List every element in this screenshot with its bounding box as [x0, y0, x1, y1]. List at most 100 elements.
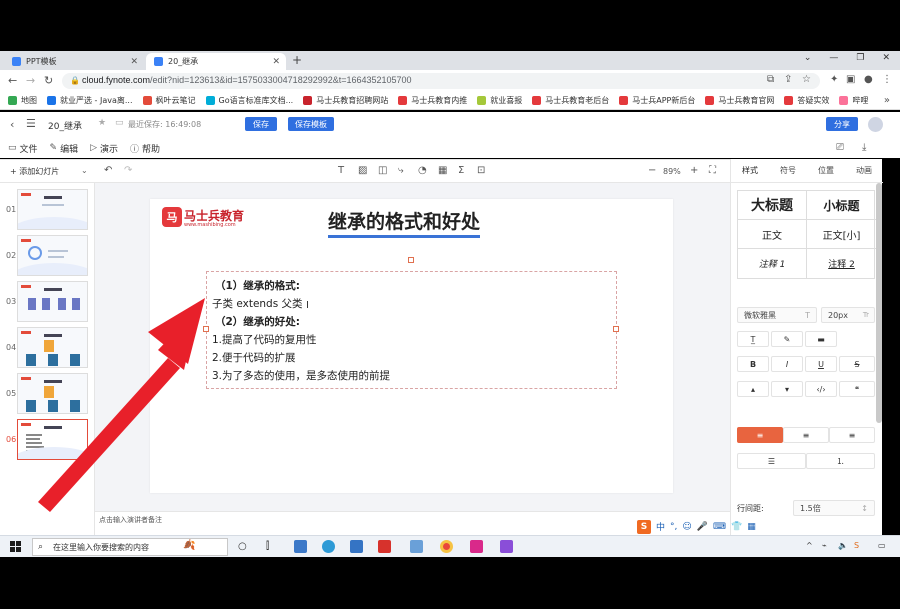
- bookmark-item[interactable]: Go语言标准库文档...: [205, 95, 293, 106]
- mic-icon[interactable]: 🎤: [697, 522, 708, 532]
- more-icon[interactable]: ⋮: [882, 74, 892, 85]
- bookmark-item[interactable]: 就业严选 - Java离...: [47, 95, 133, 106]
- ime-tray-icon[interactable]: S: [854, 541, 859, 550]
- underline-button[interactable]: U: [805, 356, 837, 372]
- ide-icon[interactable]: [470, 540, 483, 553]
- bold-button[interactable]: B: [737, 356, 769, 372]
- style-subheading[interactable]: 小标题: [807, 191, 876, 220]
- avatar[interactable]: [868, 117, 883, 132]
- emoji-icon[interactable]: ☺: [682, 522, 691, 532]
- bookmark-item[interactable]: 哔哩: [839, 95, 868, 106]
- chevron-up-icon[interactable]: ^: [806, 541, 813, 550]
- zoom-out-icon[interactable]: −: [648, 165, 656, 176]
- style-body-small[interactable]: 正文[小]: [807, 220, 876, 249]
- star-icon[interactable]: ☆: [802, 74, 811, 85]
- bookmark-item[interactable]: 马士兵教育官网: [705, 95, 774, 106]
- media-icon[interactable]: ⊡: [477, 165, 485, 176]
- tab-position[interactable]: 位置: [807, 159, 845, 182]
- undo-icon[interactable]: ↶: [104, 165, 112, 176]
- text-box[interactable]: （1）继承的格式: 子类 extends 父类 （2）继承的好处: 1.提高了代…: [203, 271, 619, 389]
- forward-arrow-icon[interactable]: →: [26, 74, 35, 87]
- chevron-down-icon[interactable]: ⌄: [804, 53, 812, 63]
- chevron-down-icon[interactable]: ⌄: [81, 166, 88, 175]
- numbered-list-button[interactable]: ⒈: [806, 453, 875, 469]
- doc-title[interactable]: 20_继承: [48, 119, 82, 132]
- style-note-1[interactable]: 注释 1: [738, 249, 807, 278]
- keyboard-icon[interactable]: ⌨: [713, 522, 726, 532]
- app-icon[interactable]: [378, 540, 391, 553]
- font-family-select[interactable]: 微软雅黑 T: [737, 307, 817, 323]
- volume-icon[interactable]: 🔈: [838, 541, 848, 550]
- tab-style[interactable]: 样式: [731, 159, 769, 182]
- connector-icon[interactable]: ⤷: [398, 165, 404, 176]
- minimize-icon[interactable]: —: [829, 53, 838, 63]
- save-button[interactable]: 保存: [245, 117, 277, 131]
- style-note-2[interactable]: 注释 2: [807, 249, 876, 278]
- browser-tab-inherit[interactable]: 20_继承 ✕: [146, 53, 286, 70]
- shape-icon[interactable]: ◫: [378, 165, 387, 176]
- bookmark-item[interactable]: 地图: [8, 95, 37, 106]
- table-icon[interactable]: ▦: [438, 165, 447, 176]
- font-size-select[interactable]: 20px Tr: [821, 307, 875, 323]
- app-icon[interactable]: [500, 540, 513, 553]
- line-spacing-select[interactable]: 1.5倍 ↕: [793, 500, 875, 516]
- menu-help[interactable]: ⓘ 帮助: [130, 142, 160, 155]
- folder-icon[interactable]: ▭: [115, 118, 124, 128]
- chat-app-icon[interactable]: [294, 540, 307, 553]
- bookmark-item[interactable]: 答疑实效: [784, 95, 829, 106]
- star-icon[interactable]: ★: [98, 118, 106, 128]
- bulleted-list-button[interactable]: ☰: [737, 453, 806, 469]
- add-slide-button[interactable]: + 添加幻灯片: [10, 166, 59, 177]
- text-color-button[interactable]: T̲: [737, 331, 769, 347]
- text-icon[interactable]: T: [338, 165, 344, 176]
- strikethrough-button[interactable]: S: [839, 356, 875, 372]
- bookmark-item[interactable]: 马士兵教育招聘网站: [303, 95, 388, 106]
- bookmark-item[interactable]: 马士兵教育老后台: [532, 95, 609, 106]
- bookmark-item[interactable]: 枫叶云笔记: [142, 95, 196, 106]
- calculator-icon[interactable]: [350, 540, 363, 553]
- sogou-icon[interactable]: S: [637, 519, 651, 534]
- close-icon[interactable]: ✕: [882, 53, 890, 63]
- url-input[interactable]: 🔒 cloud.fynote.com/edit?nid=123613&id=15…: [62, 73, 820, 89]
- browser-tab-ppt[interactable]: PPT模板 ✕: [4, 53, 144, 70]
- share-icon[interactable]: ⇪: [784, 74, 792, 85]
- reload-icon[interactable]: ↻: [44, 74, 53, 87]
- code-button[interactable]: ‹/›: [805, 381, 837, 397]
- bookmark-item[interactable]: 就业喜报: [477, 95, 522, 106]
- sidebar-icon[interactable]: ▣: [846, 74, 855, 85]
- profile-icon[interactable]: ●: [864, 74, 873, 85]
- slide-thumbnail-2[interactable]: [17, 235, 88, 276]
- menu-edit[interactable]: ✎ 编辑: [50, 142, 79, 155]
- task-view-icon[interactable]: ○: [238, 541, 247, 552]
- taskbar-search-input[interactable]: ⌕ 在这里输入你要搜索的内容 🍂: [32, 538, 228, 556]
- close-icon[interactable]: ✕: [130, 57, 138, 67]
- style-body[interactable]: 正文: [738, 220, 807, 249]
- extensions-icon[interactable]: ✦: [830, 74, 838, 85]
- italic-button[interactable]: I: [771, 356, 803, 372]
- punctuation-icon[interactable]: °,: [670, 522, 677, 532]
- quote-button[interactable]: ❝: [839, 381, 875, 397]
- menu-file[interactable]: ▭ 文件: [8, 142, 38, 155]
- slide-thumbnail-1[interactable]: [17, 189, 88, 230]
- paint-icon[interactable]: [410, 540, 423, 553]
- notification-icon[interactable]: ▭: [878, 541, 886, 550]
- edge-icon[interactable]: [322, 540, 335, 553]
- back-icon[interactable]: ‹: [10, 118, 14, 131]
- network-icon[interactable]: ⌁: [822, 541, 827, 550]
- rotate-handle[interactable]: [408, 257, 414, 263]
- formula-icon[interactable]: Σ: [458, 165, 464, 176]
- redo-icon[interactable]: ↷: [124, 165, 132, 176]
- align-right-button[interactable]: ≡: [829, 427, 875, 443]
- bg-color-button[interactable]: ▬: [805, 331, 837, 347]
- image-icon[interactable]: ▨: [358, 165, 367, 176]
- superscript-button[interactable]: ▴: [737, 381, 769, 397]
- subscript-button[interactable]: ▾: [771, 381, 803, 397]
- bookmarks-overflow-icon[interactable]: »: [884, 95, 890, 106]
- maximize-icon[interactable]: ❐: [856, 53, 864, 63]
- menu-present[interactable]: ▷ 演示: [90, 142, 118, 155]
- resize-handle[interactable]: [613, 326, 619, 332]
- zoom-in-icon[interactable]: +: [690, 165, 698, 176]
- skin-icon[interactable]: 👕: [731, 522, 742, 532]
- tab-symbol[interactable]: 符号: [769, 159, 807, 182]
- bookmark-item[interactable]: 马士兵教育内推: [398, 95, 467, 106]
